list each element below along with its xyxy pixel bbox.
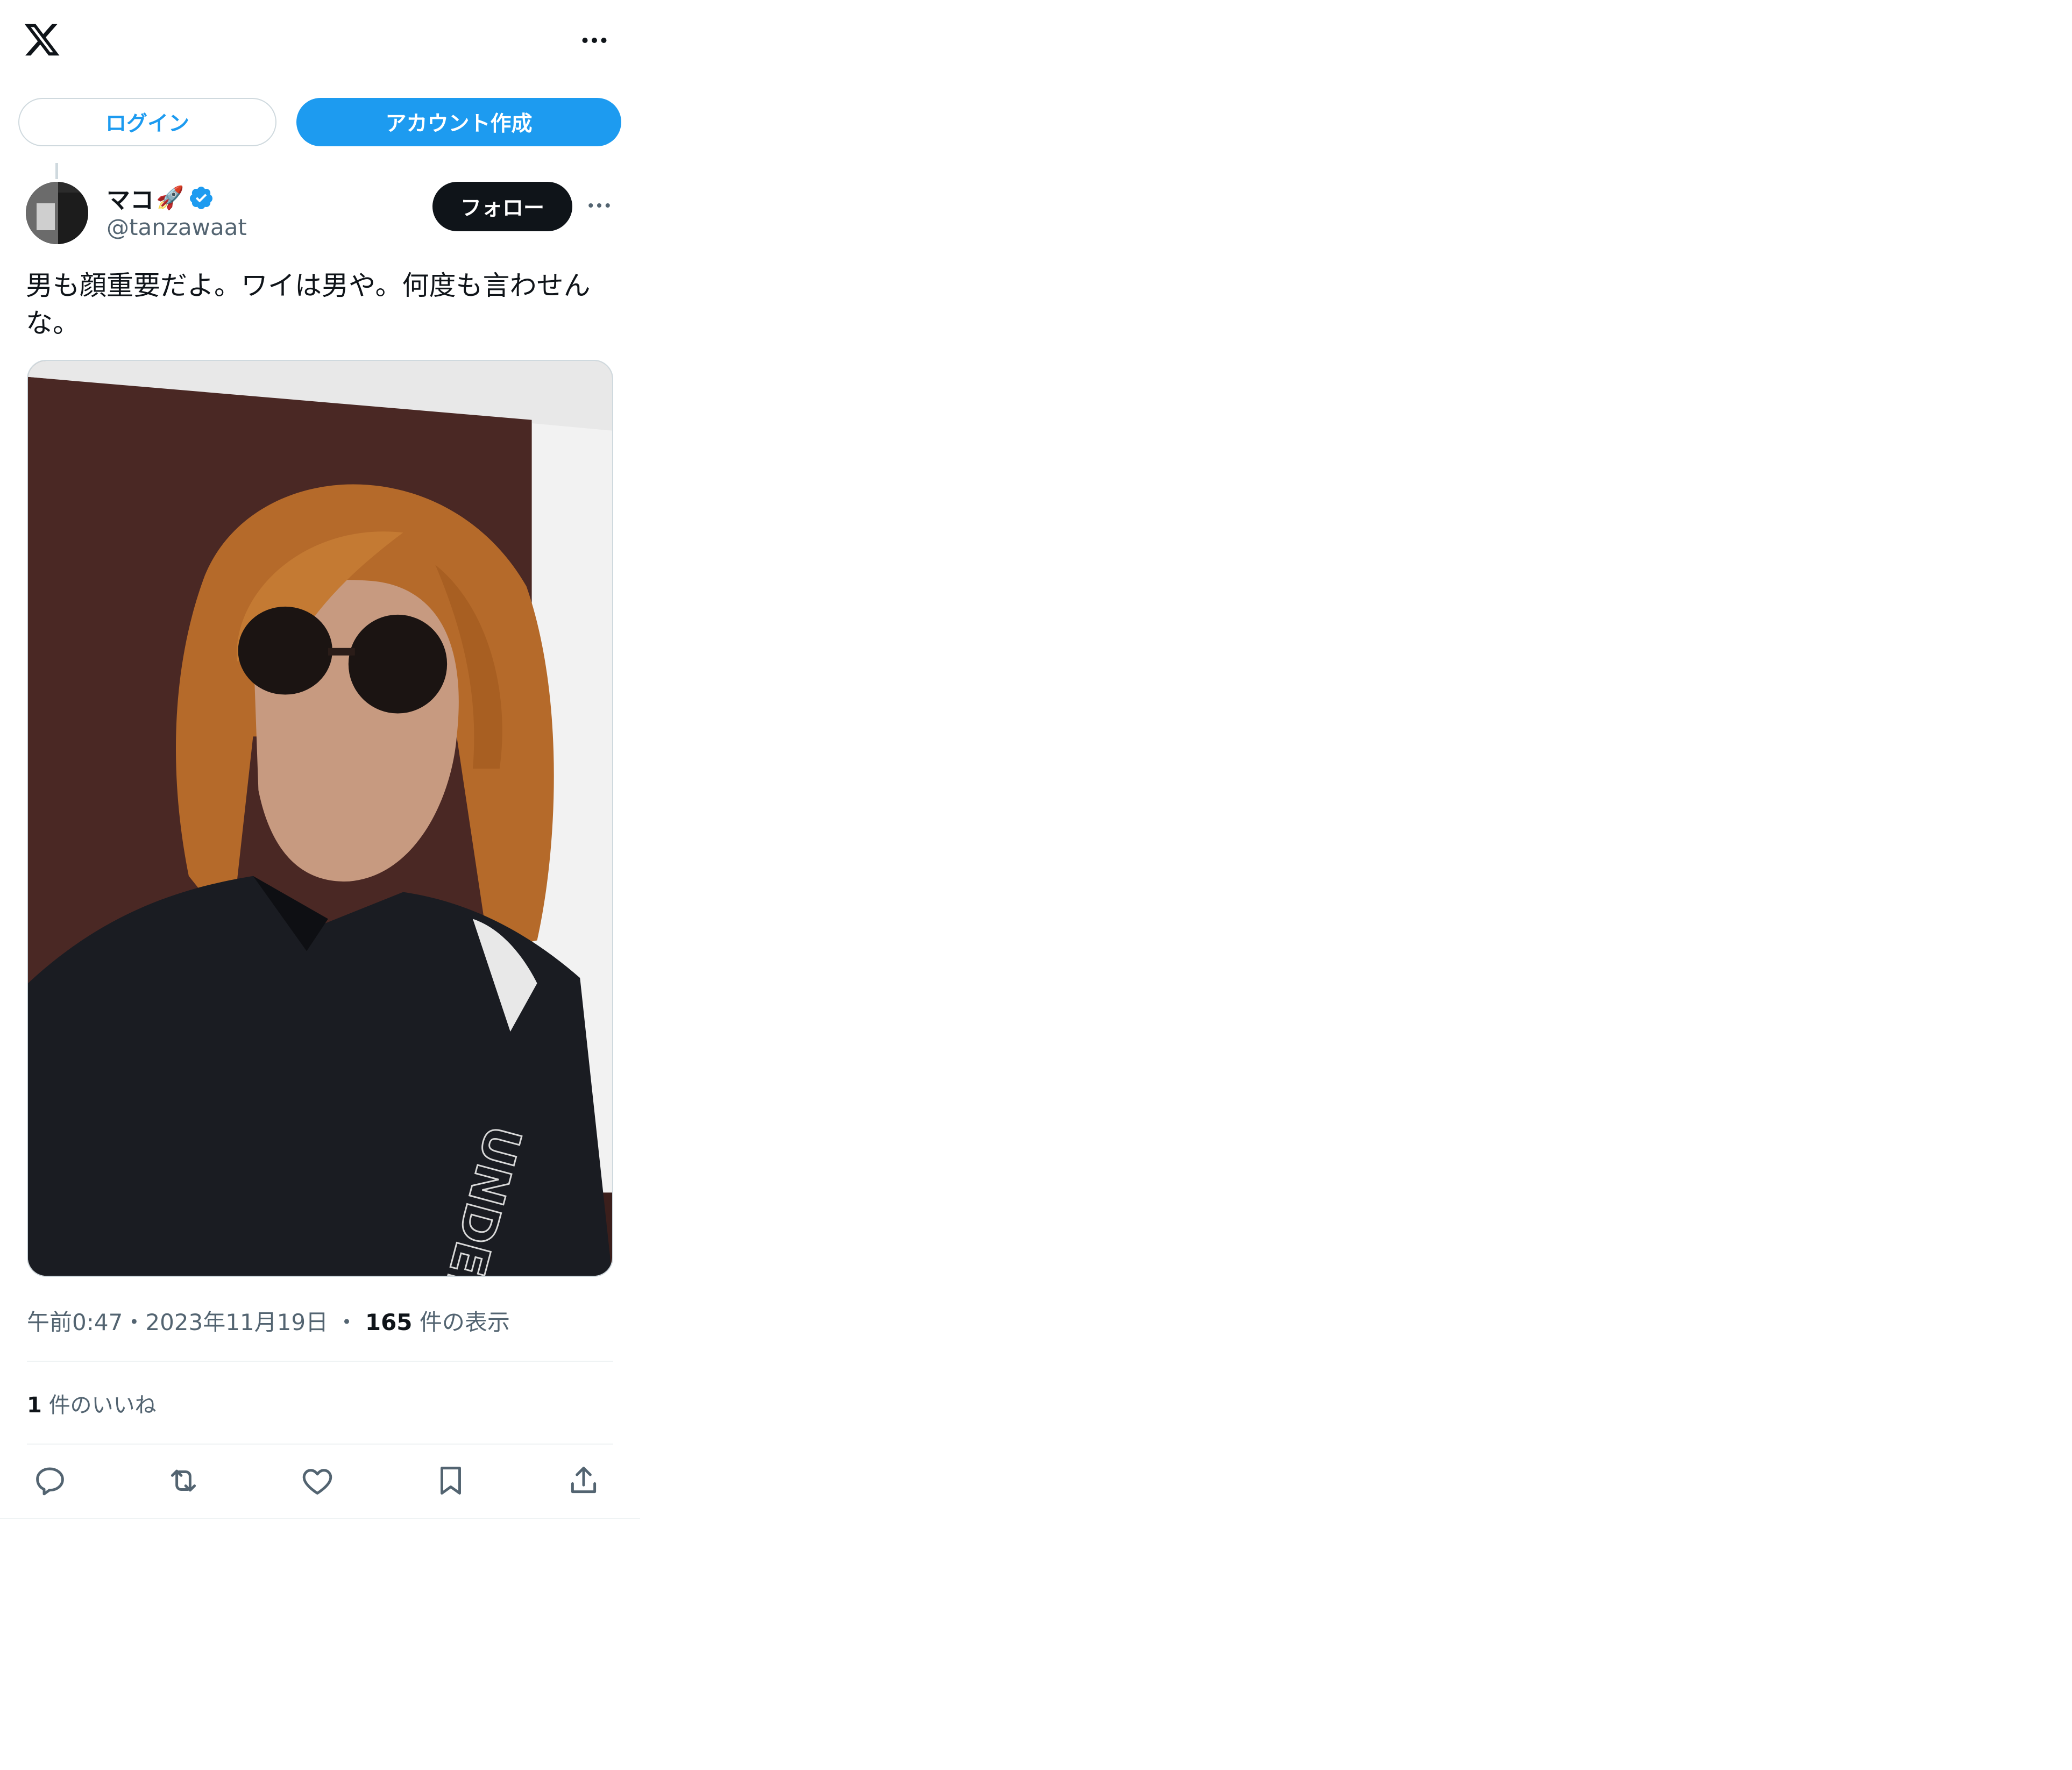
divider bbox=[27, 1361, 613, 1362]
tweet-photo[interactable]: UNDER ARMOUR bbox=[27, 360, 613, 1277]
verified-badge-icon bbox=[188, 185, 214, 211]
likes-summary[interactable]: 1 件のいいね bbox=[27, 1388, 157, 1419]
share-icon[interactable] bbox=[566, 1463, 601, 1498]
like-icon[interactable] bbox=[300, 1463, 335, 1498]
rocket-emoji: 🚀 bbox=[156, 184, 185, 211]
tweet-time[interactable]: 午前0:47 bbox=[27, 1309, 123, 1335]
reply-icon[interactable] bbox=[32, 1463, 68, 1498]
tweet-meta: 午前0:47・2023年11月19日 ・ 165 件の表示 bbox=[27, 1304, 510, 1337]
thread-line bbox=[55, 163, 58, 179]
login-button[interactable]: ログイン bbox=[18, 98, 276, 146]
avatar[interactable] bbox=[26, 182, 88, 244]
more-horizontal-icon[interactable] bbox=[578, 24, 611, 56]
author-name-row[interactable]: マコ 🚀 bbox=[107, 182, 214, 214]
bookmark-icon[interactable] bbox=[433, 1463, 469, 1498]
views-count: 165 bbox=[365, 1309, 413, 1335]
likes-count: 1 bbox=[27, 1393, 42, 1418]
follow-button[interactable]: フォロー bbox=[432, 182, 572, 231]
tweet-date[interactable]: 2023年11月19日 bbox=[145, 1309, 328, 1335]
tweet-text: 男も顔重要だよ。ワイは男や。何度も言わせんな。 bbox=[26, 270, 591, 339]
meta-separator: ・ bbox=[123, 1309, 146, 1335]
author-handle[interactable]: @tanzawaat bbox=[107, 214, 247, 240]
likes-label: 件のいいね bbox=[48, 1393, 157, 1418]
top-bar bbox=[0, 0, 640, 81]
divider bbox=[27, 1444, 613, 1445]
create-account-button[interactable]: アカウント作成 bbox=[296, 98, 621, 146]
retweet-icon[interactable] bbox=[166, 1463, 201, 1498]
meta-separator: ・ bbox=[335, 1309, 358, 1335]
views-label: 件の表示 bbox=[419, 1309, 510, 1335]
author-display-name[interactable]: マコ bbox=[107, 181, 154, 215]
x-logo-icon[interactable] bbox=[23, 20, 61, 59]
bottom-divider bbox=[0, 1518, 640, 1519]
more-horizontal-icon[interactable] bbox=[585, 191, 614, 220]
